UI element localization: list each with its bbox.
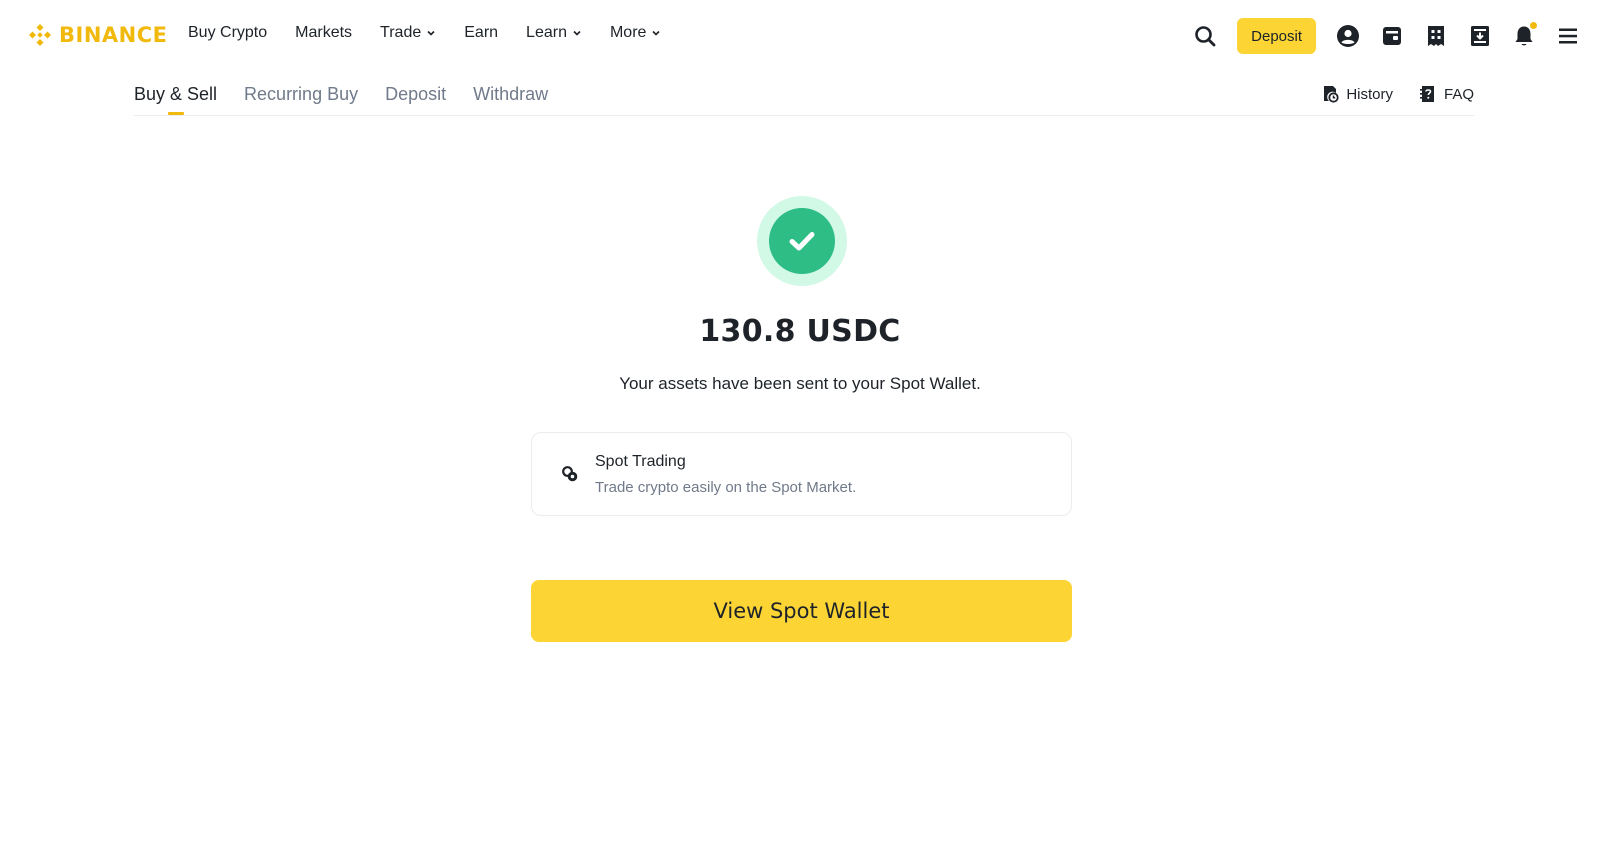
success-message: Your assets have been sent to your Spot … (619, 374, 981, 393)
tab-deposit[interactable]: Deposit (385, 76, 446, 112)
tab-bar: Buy & Sell Recurring Buy Deposit Withdra… (134, 76, 1474, 112)
notification-dot (1530, 22, 1537, 29)
success-check-circle (769, 208, 835, 274)
nav-markets[interactable]: Markets (295, 24, 352, 42)
checkmark-icon (789, 232, 815, 251)
brand-name: BINANCE (59, 23, 168, 47)
nav-trade[interactable]: Trade (380, 24, 436, 42)
nav-buy-crypto[interactable]: Buy Crypto (188, 24, 267, 42)
card-description: Trade crypto easily on the Spot Market. (595, 478, 857, 496)
menu-icon[interactable] (1556, 24, 1580, 48)
spot-trading-card[interactable]: Spot Trading Trade crypto easily on the … (531, 432, 1072, 516)
orders-icon[interactable] (1424, 24, 1448, 48)
spot-trading-icon (562, 466, 578, 482)
nav-label: Buy Crypto (188, 24, 268, 41)
subnav-links: History FAQ (1295, 76, 1474, 112)
search-icon[interactable] (1193, 24, 1217, 48)
faq-icon (1419, 86, 1434, 102)
history-link[interactable]: History (1321, 85, 1393, 103)
faq-link[interactable]: FAQ (1419, 85, 1474, 103)
card-title: Spot Trading (595, 452, 686, 470)
nav-label: Learn (526, 24, 567, 41)
chevron-down-icon (652, 30, 660, 36)
tab-withdraw[interactable]: Withdraw (473, 76, 548, 112)
wallet-icon[interactable] (1380, 24, 1404, 48)
main-nav: Buy Crypto Markets Trade Earn Learn More (188, 24, 689, 42)
history-label: History (1346, 85, 1393, 103)
nav-label: Trade (380, 24, 422, 41)
card-text: Spot Trading Trade crypto easily on the … (595, 453, 856, 496)
tab-buy-sell[interactable]: Buy & Sell (134, 76, 217, 112)
chevron-down-icon (427, 30, 435, 36)
deposit-button[interactable]: Deposit (1237, 18, 1316, 54)
nav-label: Earn (464, 24, 499, 41)
nav-more[interactable]: More (610, 24, 661, 42)
bell-icon[interactable] (1512, 22, 1537, 48)
success-check-icon (757, 196, 847, 286)
history-icon (1324, 86, 1339, 103)
top-navigation: BINANCE Buy Crypto Markets Trade Earn Le… (0, 0, 1600, 72)
nav-label: Markets (295, 24, 353, 41)
view-spot-wallet-button[interactable]: View Spot Wallet (531, 580, 1072, 642)
nav-label: More (609, 24, 647, 41)
user-icon[interactable] (1336, 24, 1360, 48)
sub-navigation: Buy & Sell Recurring Buy Deposit Withdra… (134, 76, 1474, 116)
received-amount: 130.8 USDC (699, 314, 901, 349)
nav-earn[interactable]: Earn (464, 24, 498, 42)
nav-actions: Deposit (1173, 18, 1580, 54)
nav-learn[interactable]: Learn (526, 24, 582, 42)
download-icon[interactable] (1468, 24, 1492, 48)
faq-label: FAQ (1443, 85, 1474, 103)
chevron-down-icon (573, 30, 581, 36)
tab-recurring-buy[interactable]: Recurring Buy (244, 76, 358, 112)
binance-logo-icon (29, 24, 51, 46)
binance-logo[interactable]: BINANCE (27, 22, 167, 48)
